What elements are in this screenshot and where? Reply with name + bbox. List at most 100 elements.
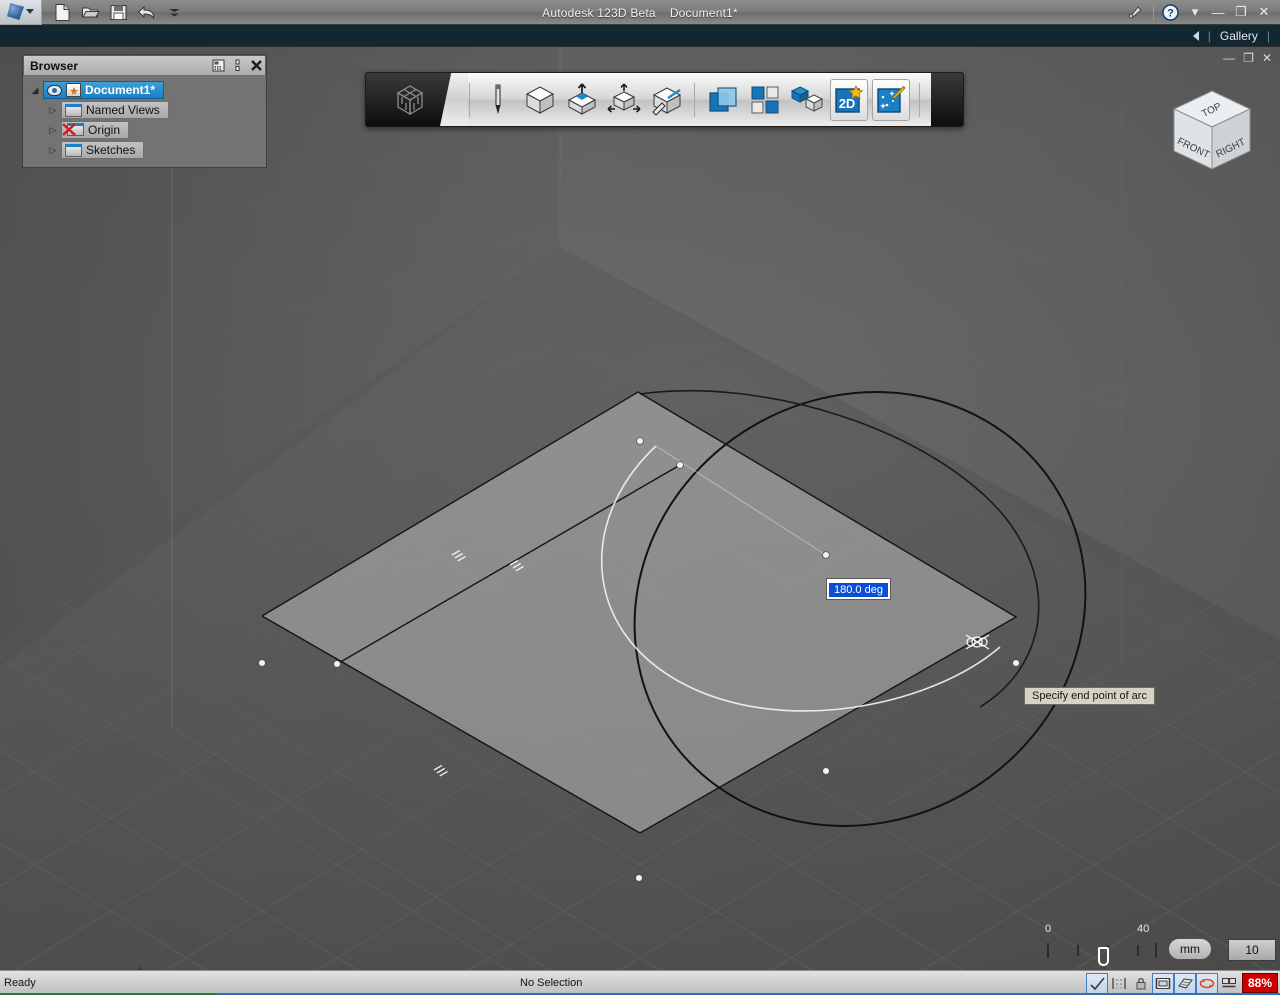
application-window: Autodesk 123D Beta Document1* ? ▾ — ❐	[0, 0, 1280, 995]
tree-row-document[interactable]: ◢ Document1*	[27, 80, 262, 100]
grid-tick-3	[1137, 945, 1139, 956]
status-bar: Ready No Selection	[0, 970, 1280, 995]
status-ready-text: Ready	[0, 977, 36, 989]
expander-origin[interactable]: ▷	[45, 125, 61, 136]
modify-tool-button[interactable]	[605, 79, 643, 121]
cube-edit-icon	[650, 84, 682, 116]
main-toolbar: 2D	[365, 72, 964, 127]
visibility-eye-icon[interactable]	[47, 85, 62, 96]
tree-row-sketches[interactable]: ▷ Sketches	[27, 140, 262, 160]
open-document-icon[interactable]	[81, 3, 100, 22]
tree-label-origin: Origin	[88, 123, 120, 137]
grid-tick-0	[1047, 943, 1049, 958]
browser-filter-icon[interactable]	[212, 59, 225, 72]
cube-group-icon	[790, 84, 824, 116]
grid-snap-icon[interactable]	[1174, 973, 1196, 994]
folder-icon	[65, 104, 82, 117]
minimize-button[interactable]: —	[1210, 5, 1226, 20]
close-button[interactable]: ✕	[1256, 4, 1272, 20]
chevron-down-icon	[26, 9, 34, 14]
browser-header: Browser	[23, 55, 266, 75]
viewport-background	[0, 47, 1280, 970]
extrude-cube-icon	[566, 83, 598, 117]
expander-document[interactable]: ◢	[27, 85, 43, 96]
quick-access-toolbar	[42, 3, 184, 22]
display-settings-icon[interactable]	[1218, 973, 1240, 994]
autodesk-logo-icon	[7, 3, 24, 20]
window-title: Autodesk 123D Beta Document1*	[0, 0, 1280, 25]
transform-cube-icon	[607, 83, 641, 117]
document-title-text: Document1*	[670, 6, 738, 20]
cube-icon	[524, 84, 556, 116]
collapse-ribbon-icon[interactable]	[1193, 31, 1199, 41]
new-document-icon[interactable]	[53, 3, 72, 22]
application-menu-button[interactable]	[0, 0, 42, 25]
tree-label-named-views: Named Views	[86, 103, 160, 117]
pencil-icon	[483, 83, 513, 117]
view-cube[interactable]: TOP FRONT RIGHT	[1166, 85, 1258, 181]
folder-icon	[65, 144, 82, 157]
lock-icon[interactable]	[1130, 973, 1152, 994]
primitives-tool-button[interactable]	[521, 79, 559, 121]
workplane-icon[interactable]	[1152, 973, 1174, 994]
unit-selector[interactable]: mm	[1168, 938, 1212, 960]
123d-cube-icon	[391, 81, 429, 119]
browser-panel: Browser	[22, 54, 267, 168]
measure-icon[interactable]	[1108, 973, 1130, 994]
toolbar-brand[interactable]	[366, 73, 454, 126]
combine-squares-icon	[707, 84, 739, 116]
viewport-window-controls: — ❐ ✕	[1223, 52, 1272, 64]
tree-node-document[interactable]: Document1*	[43, 81, 164, 99]
browser-settings-icon[interactable]	[231, 59, 244, 72]
tree-node-named-views[interactable]: Named Views	[61, 101, 169, 119]
satellite-dish-icon[interactable]	[1127, 3, 1146, 22]
grid-tick-4	[1155, 943, 1157, 958]
help-icon[interactable]: ?	[1161, 3, 1180, 22]
title-bar: Autodesk 123D Beta Document1* ? ▾ — ❐	[0, 0, 1280, 25]
document-icon	[66, 83, 81, 97]
2d-drawing-button[interactable]: 2D	[830, 79, 868, 121]
tree-label-sketches: Sketches	[86, 143, 135, 157]
smart-tool-button[interactable]	[872, 79, 910, 121]
save-document-icon[interactable]	[109, 3, 128, 22]
grid-tool-button[interactable]	[746, 79, 784, 121]
grid-scale-handle[interactable]	[1098, 947, 1109, 966]
angle-input-field[interactable]: 180.0 deg	[826, 578, 891, 600]
tree-row-named-views[interactable]: ▷ Named Views	[27, 100, 262, 120]
customize-quick-access-icon[interactable]	[165, 3, 184, 22]
undo-icon[interactable]	[137, 3, 156, 22]
browser-tree: ◢ Document1* ▷ Named Views ▷	[23, 75, 266, 167]
status-bar-icons: 88%	[1086, 973, 1280, 994]
magic-wand-icon	[876, 85, 906, 115]
zoom-percent-badge[interactable]: 88%	[1242, 973, 1278, 993]
hidden-marker-icon	[62, 122, 79, 137]
gallery-link[interactable]: Gallery	[1220, 29, 1258, 43]
grid-snap-input[interactable]: 10	[1228, 939, 1276, 961]
restore-button[interactable]: ❐	[1233, 4, 1249, 20]
pattern-tool-button[interactable]	[647, 79, 685, 121]
expander-sketches[interactable]: ▷	[45, 145, 61, 156]
tree-row-origin[interactable]: ▷ Origin	[27, 120, 262, 140]
expander-named-views[interactable]: ▷	[45, 105, 61, 116]
combine-tool-button[interactable]	[704, 79, 742, 121]
ribbon-strip: | Gallery |	[0, 25, 1280, 47]
tree-node-origin[interactable]: Origin	[61, 121, 129, 139]
viewport-restore-button[interactable]: ❐	[1243, 52, 1254, 64]
orbit-constraint-icon[interactable]	[1196, 973, 1218, 994]
browser-close-icon[interactable]	[250, 59, 263, 72]
toolbar-buttons: 2D	[454, 73, 931, 126]
app-title-text: Autodesk 123D Beta	[542, 6, 656, 20]
viewport-minimize-button[interactable]: —	[1223, 52, 1235, 64]
grid-tick-start-label: 0	[1045, 923, 1051, 935]
viewport-close-button[interactable]: ✕	[1262, 52, 1272, 64]
2d-star-icon: 2D	[834, 85, 864, 115]
group-tool-button[interactable]	[788, 79, 826, 121]
snap-mode-icon[interactable]	[1086, 973, 1108, 994]
tree-node-sketches[interactable]: Sketches	[61, 141, 144, 159]
status-selection-text: No Selection	[520, 977, 582, 989]
browser-title: Browser	[30, 59, 208, 73]
construct-tool-button[interactable]	[563, 79, 601, 121]
sketch-tool-button[interactable]	[479, 79, 517, 121]
help-dropdown-caret-icon[interactable]: ▾	[1187, 4, 1203, 20]
viewport-3d[interactable]: — ❐ ✕	[0, 47, 1280, 970]
